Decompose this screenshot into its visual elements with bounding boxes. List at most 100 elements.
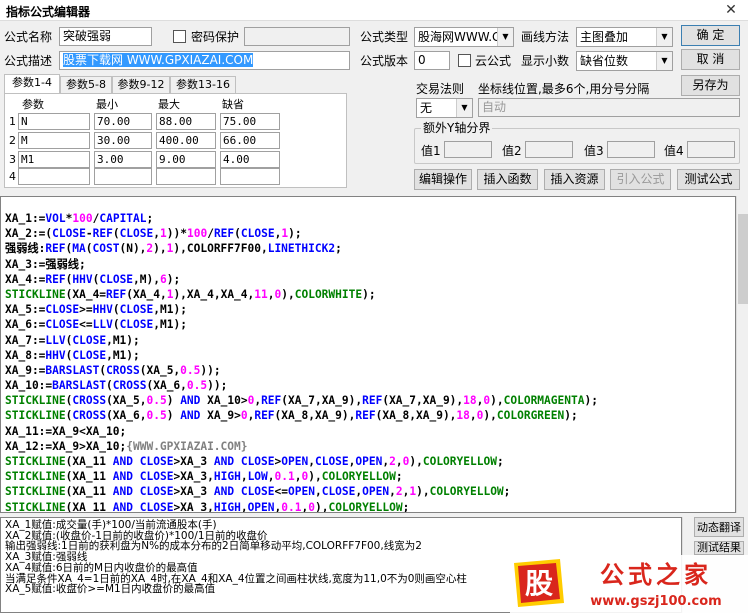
param-row-index: 1: [9, 115, 16, 128]
param-min-field[interactable]: 3.00: [94, 151, 152, 168]
insert-resource-button[interactable]: 插入资源: [544, 169, 605, 190]
password-field[interactable]: [244, 27, 350, 46]
code-line: XA_1:=VOL*100/CAPITAL;: [5, 212, 154, 225]
draw-select[interactable]: 主图叠加 ▼: [576, 27, 673, 47]
chevron-down-icon: ▼: [656, 52, 672, 70]
param-max-field[interactable]: 400.00: [156, 132, 216, 149]
param-row-index: 2: [9, 134, 16, 147]
code-line: STICKLINE(CROSS(XA_5,0.5) AND XA_10>0,RE…: [5, 394, 598, 408]
code-line: XA_8:=HHV(CLOSE,M1);: [5, 348, 140, 362]
yaxis-value-3-field[interactable]: [607, 141, 655, 158]
code-line: XA_11:=XA_9<XA_10;: [5, 424, 127, 438]
param-row-index: 4: [9, 170, 16, 183]
coord-label: 坐标线位置,最多6个,用分号分隔: [478, 82, 650, 96]
param-name-field[interactable]: M: [18, 132, 90, 149]
insert-function-button[interactable]: 插入函数: [477, 169, 538, 190]
code-line: XA_4:=REF(HHV(CLOSE,M),6);: [5, 272, 181, 286]
dynamic-translate-button[interactable]: 动态翻译: [694, 517, 744, 537]
decimal-label: 显示小数: [521, 54, 570, 68]
yaxis-value-1-field[interactable]: [444, 141, 492, 158]
code-line: STICKLINE(XA_11 AND CLOSE>XA_3 AND CLOSE…: [5, 455, 504, 468]
type-label: 公式类型: [360, 30, 409, 44]
code-line: STICKLINE(XA_11 AND CLOSE>XA_3 AND CLOSE…: [5, 485, 511, 499]
code-line: STICKLINE(CROSS(XA_6,0.5) AND XA_9>0,REF…: [5, 409, 578, 423]
param-header-name: 参数: [22, 98, 44, 111]
param-max-field[interactable]: [156, 168, 216, 185]
param-max-field[interactable]: 88.00: [156, 113, 216, 130]
tab-params-5-8[interactable]: 参数5-8: [60, 76, 112, 94]
close-button[interactable]: ✕: [718, 1, 744, 19]
desc-field[interactable]: 股票下载网 WWW.GPXIAZAI.COM: [59, 51, 350, 70]
code-line: 强弱线:REF(MA(COST(N),2),1),COLORFF7F00,LIN…: [5, 242, 342, 256]
tab-params-13-16[interactable]: 参数13-16: [170, 76, 236, 94]
cloud-checkbox[interactable]: [458, 54, 471, 67]
param-default-field[interactable]: [220, 168, 280, 185]
yaxis-value-4-field[interactable]: [687, 141, 735, 158]
code-editor[interactable]: XA_1:=VOL*100/CAPITAL; XA_2:=(CLOSE-REF(C…: [0, 196, 736, 513]
password-label: 密码保护: [191, 30, 240, 44]
coord-field[interactable]: 自动: [478, 98, 740, 117]
name-field[interactable]: 突破强弱: [59, 27, 152, 46]
param-row-index: 3: [9, 153, 16, 166]
edit-op-button[interactable]: 编辑操作: [414, 169, 472, 190]
yaxis-value-2-field[interactable]: [525, 141, 573, 158]
param-max-field[interactable]: 9.00: [156, 151, 216, 168]
version-label: 公式版本: [360, 54, 409, 68]
param-min-field[interactable]: [94, 168, 152, 185]
code-line: XA_5:=CLOSE>=HHV(CLOSE,M1);: [5, 303, 187, 317]
yaxis-value-2-label: 值2: [502, 144, 522, 158]
code-line: STICKLINE(XA_11 AND CLOSE>XA_3,HIGH,OPEN…: [5, 500, 410, 513]
yaxis-value-3-label: 值3: [584, 144, 604, 158]
code-line: XA_2:=(CLOSE-REF(CLOSE,1))*100/REF(CLOSE…: [5, 227, 302, 241]
editor-scrollbar[interactable]: [736, 196, 748, 513]
tab-params-9-12[interactable]: 参数9-12: [112, 76, 170, 94]
output-line: XA_5赋值:收盘价>=M1日内收盘价的最高值: [5, 583, 216, 596]
scrollbar-thumb[interactable]: [738, 214, 748, 304]
import-formula-button[interactable]: 引入公式: [610, 169, 671, 190]
window-title: 指标公式编辑器: [6, 5, 91, 19]
code-line: XA_6:=CLOSE<=LLV(CLOSE,M1);: [5, 318, 187, 332]
draw-label: 画线方法: [521, 30, 570, 44]
param-header-default: 缺省: [222, 98, 244, 111]
param-default-field[interactable]: 4.00: [220, 151, 280, 168]
param-min-field[interactable]: 30.00: [94, 132, 152, 149]
code-line: XA_12:=XA_9>XA_10;{WWW.GPXIAZAI.COM}: [5, 439, 248, 453]
code-line: XA_9:=BARSLAST(CROSS(XA_5,0.5));: [5, 363, 221, 377]
logo-brand: 公式之家: [600, 561, 712, 589]
yaxis-label: 额外Y轴分界: [421, 120, 493, 136]
tab-params-1-4[interactable]: 参数1-4: [4, 74, 60, 94]
code-line: XA_3:=强弱线;: [5, 257, 86, 271]
password-checkbox[interactable]: [173, 30, 186, 43]
code-line: STICKLINE(XA_4=REF(XA_4,1),XA_4,XA_4,11,…: [5, 287, 376, 301]
param-header-min: 最小: [96, 98, 118, 111]
ok-button[interactable]: 确 定: [681, 25, 740, 46]
version-field[interactable]: 0: [414, 51, 450, 70]
param-default-field[interactable]: 66.00: [220, 132, 280, 149]
param-name-field[interactable]: [18, 168, 90, 185]
logo-char: 股: [525, 567, 553, 600]
param-name-field[interactable]: M1: [18, 151, 90, 168]
cancel-button[interactable]: 取 消: [681, 49, 740, 70]
chevron-down-icon: ▼: [656, 28, 672, 46]
test-result-button[interactable]: 测试结果: [694, 541, 744, 555]
code-line: XA_10:=BARSLAST(CROSS(XA_6,0.5));: [5, 379, 228, 393]
decimal-select[interactable]: 缺省位数 ▼: [576, 51, 673, 71]
type-select[interactable]: 股海网WWW.GU ▼: [414, 27, 514, 47]
decimal-select-value: 缺省位数: [580, 54, 629, 68]
save-as-button[interactable]: 另存为: [681, 75, 740, 96]
desc-label: 公式描述: [4, 54, 53, 68]
code-line: STICKLINE(XA_11 AND CLOSE>XA_3,HIGH,LOW,…: [5, 470, 403, 484]
yaxis-value-4-label: 值4: [664, 144, 684, 158]
name-label: 公式名称: [4, 30, 53, 44]
trade-select[interactable]: 无 ▼: [416, 98, 473, 118]
trade-label: 交易法则: [416, 82, 465, 96]
param-min-field[interactable]: 70.00: [94, 113, 152, 130]
yaxis-value-1-label: 值1: [421, 144, 441, 158]
watermark-graphic: 股 公式之家 www.gszj100.com: [510, 555, 748, 613]
trade-select-value: 无: [420, 101, 433, 115]
output-line: XA_4赋值:6日前的M日内收盘价的最高值: [5, 561, 198, 574]
param-name-field[interactable]: N: [18, 113, 90, 130]
test-formula-button[interactable]: 测试公式: [677, 169, 740, 190]
param-default-field[interactable]: 75.00: [220, 113, 280, 130]
chevron-down-icon: ▼: [456, 99, 472, 117]
